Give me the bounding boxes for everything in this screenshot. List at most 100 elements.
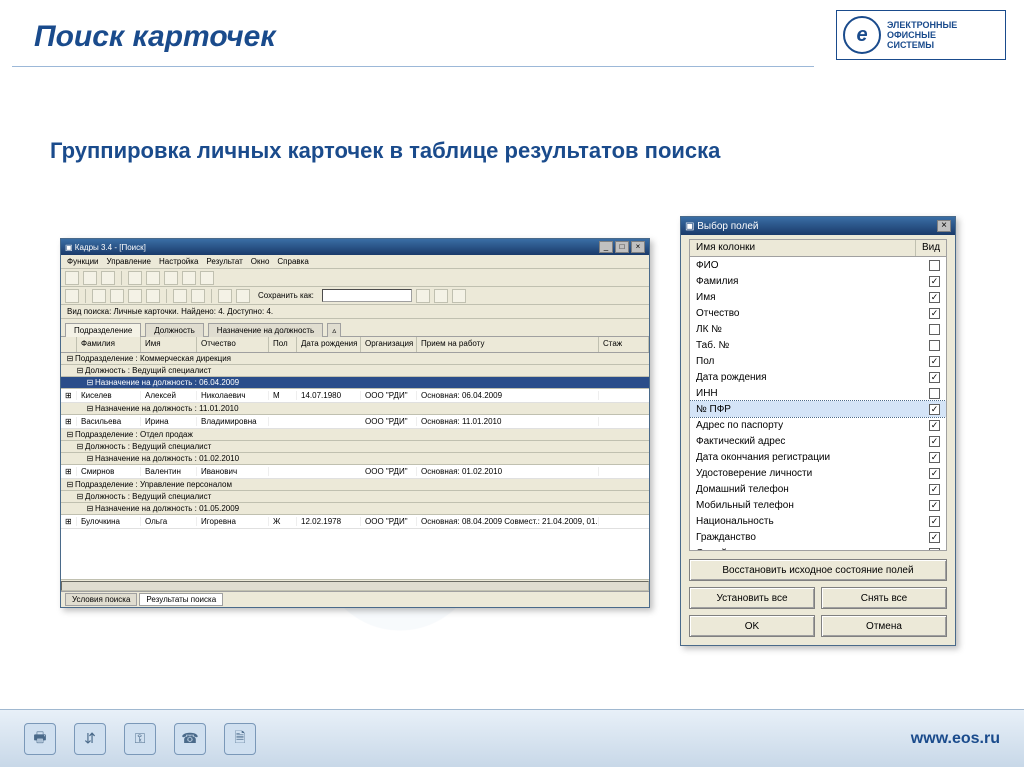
horizontal-scrollbar[interactable] — [61, 579, 649, 591]
group-row[interactable]: ⊟Подразделение : Коммерческая дирекция — [61, 353, 649, 365]
minimize-button[interactable]: _ — [599, 241, 613, 253]
expand-icon[interactable]: ⊟ — [85, 378, 95, 387]
cancel-button[interactable]: Отмена — [821, 615, 947, 637]
field-checkbox[interactable]: ✓ — [929, 484, 940, 495]
tool-saveas-go-icon[interactable] — [416, 289, 430, 303]
tool-print-icon[interactable] — [128, 271, 142, 285]
field-checkbox[interactable] — [929, 388, 940, 399]
tool-excel-icon[interactable] — [182, 271, 196, 285]
field-checkbox[interactable] — [929, 260, 940, 271]
field-row[interactable]: Дата рождения✓ — [690, 369, 946, 385]
expand-icon[interactable]: ⊟ — [75, 366, 85, 375]
col-stage[interactable]: Стаж — [599, 337, 649, 352]
field-row[interactable]: Фактический адрес✓ — [690, 433, 946, 449]
field-checkbox[interactable]: ✓ — [929, 532, 940, 543]
menu-result[interactable]: Результат — [206, 257, 242, 266]
field-checkbox[interactable]: ✓ — [929, 452, 940, 463]
col-lastname[interactable]: Фамилия — [77, 337, 141, 352]
group-row[interactable]: ⊟Назначение на должность : 01.02.2010 — [61, 453, 649, 465]
col-patronymic[interactable]: Отчество — [197, 337, 269, 352]
expand-icon[interactable]: ⊟ — [75, 442, 85, 451]
field-checkbox[interactable]: ✓ — [929, 516, 940, 527]
field-row[interactable]: ИНН — [690, 385, 946, 401]
tool-export-icon[interactable] — [164, 271, 178, 285]
field-checkbox[interactable]: ✓ — [929, 404, 940, 415]
field-row[interactable]: Таб. № — [690, 337, 946, 353]
tool-nav-first-icon[interactable] — [92, 289, 106, 303]
group-row[interactable]: ⊟Должность : Ведущий специалист — [61, 365, 649, 377]
maximize-button[interactable]: □ — [615, 241, 629, 253]
expand-icon[interactable]: ⊟ — [65, 480, 75, 489]
field-row[interactable]: Адрес по паспорту✓ — [690, 417, 946, 433]
field-row[interactable]: Национальность✓ — [690, 513, 946, 529]
field-row[interactable]: Отчество✓ — [690, 305, 946, 321]
field-checkbox[interactable]: ✓ — [929, 276, 940, 287]
field-row[interactable]: Мобильный телефон✓ — [690, 497, 946, 513]
data-row[interactable]: ⊞КиселевАлексейНиколаевичМ14.07.1980ООО … — [61, 389, 649, 403]
field-checkbox[interactable]: ✓ — [929, 356, 940, 367]
tool-group-icon[interactable] — [173, 289, 187, 303]
field-list[interactable]: ФИОФамилия✓Имя✓Отчество✓ЛК №Таб. №Пол✓Да… — [689, 257, 947, 551]
field-checkbox[interactable] — [929, 324, 940, 335]
menu-functions[interactable]: Функции — [67, 257, 99, 266]
field-row[interactable]: Имя✓ — [690, 289, 946, 305]
field-checkbox[interactable]: ✓ — [929, 436, 940, 447]
group-row[interactable]: ⊟Назначение на должность : 01.05.2009 — [61, 503, 649, 515]
clear-all-button[interactable]: Снять все — [821, 587, 947, 609]
results-grid[interactable]: ⊟Подразделение : Коммерческая дирекция⊟Д… — [61, 353, 649, 579]
tab-conditions[interactable]: Условия поиска — [65, 593, 137, 606]
tool-nav-last-icon[interactable] — [146, 289, 160, 303]
group-row[interactable]: ⊟Должность : Ведущий специалист — [61, 491, 649, 503]
field-checkbox[interactable] — [929, 340, 940, 351]
group-row[interactable]: ⊟Назначение на должность : 06.04.2009 — [61, 377, 649, 389]
group-row[interactable]: ⊟Должность : Ведущий специалист — [61, 441, 649, 453]
field-row[interactable]: ЛК № — [690, 321, 946, 337]
tool-nav-next-icon[interactable] — [128, 289, 142, 303]
grouping-tab-appointment[interactable]: Назначение на должность — [208, 323, 323, 337]
col-firstname[interactable]: Имя — [141, 337, 197, 352]
field-checkbox[interactable]: ✓ — [929, 372, 940, 383]
data-row[interactable]: ⊞СмирновВалентинИвановичООО "РДИ"Основна… — [61, 465, 649, 479]
grouping-tab-position[interactable]: Должность — [145, 323, 204, 337]
data-row[interactable]: ⊞ВасильеваИринаВладимировнаООО "РДИ"Осно… — [61, 415, 649, 429]
select-all-button[interactable]: Установить все — [689, 587, 815, 609]
col-sex[interactable]: Пол — [269, 337, 297, 352]
close-button[interactable]: × — [631, 241, 645, 253]
app-titlebar[interactable]: ▣ Кадры 3.4 - [Поиск] _ □ × — [61, 239, 649, 255]
field-row[interactable]: Дата окончания регистрации✓ — [690, 449, 946, 465]
field-col-name[interactable]: Имя колонки — [690, 240, 916, 256]
data-row[interactable]: ⊞БулочкинаОльгаИгоревнаЖ12.02.1978ООО "Р… — [61, 515, 649, 529]
tool-save-icon[interactable] — [101, 271, 115, 285]
expand-icon[interactable]: ⊟ — [85, 404, 95, 413]
restore-defaults-button[interactable]: Восстановить исходное состояние полей — [689, 559, 947, 581]
tool-refresh-icon[interactable] — [218, 289, 232, 303]
expand-icon[interactable]: ⊟ — [65, 354, 75, 363]
field-checkbox[interactable]: ✓ — [929, 308, 940, 319]
field-checkbox[interactable]: ✓ — [929, 420, 940, 431]
tool-extra-1-icon[interactable] — [434, 289, 448, 303]
col-hire[interactable]: Прием на работу — [417, 337, 599, 352]
tool-word-icon[interactable] — [200, 271, 214, 285]
tool-preview-icon[interactable] — [146, 271, 160, 285]
ok-button[interactable]: OK — [689, 615, 815, 637]
dialog-titlebar[interactable]: ▣ Выбор полей × — [681, 217, 955, 235]
menu-window[interactable]: Окно — [251, 257, 270, 266]
tool-nav-prev-icon[interactable] — [110, 289, 124, 303]
tool-cut-icon[interactable] — [65, 289, 79, 303]
expand-icon[interactable]: ⊟ — [85, 454, 95, 463]
tool-extra-2-icon[interactable] — [452, 289, 466, 303]
field-row[interactable]: Домашний телефон✓ — [690, 481, 946, 497]
col-dob[interactable]: Дата рождения — [297, 337, 361, 352]
field-row[interactable]: ФИО — [690, 257, 946, 273]
tool-open-icon[interactable] — [83, 271, 97, 285]
field-row[interactable]: № ПФР✓ — [690, 401, 946, 417]
field-checkbox[interactable]: ✓ — [929, 292, 940, 303]
group-row[interactable]: ⊟Подразделение : Отдел продаж — [61, 429, 649, 441]
field-row[interactable]: Гражданство✓ — [690, 529, 946, 545]
field-row[interactable]: Удостоверение личности✓ — [690, 465, 946, 481]
dialog-close-button[interactable]: × — [937, 220, 951, 232]
expand-icon[interactable]: ⊟ — [75, 492, 85, 501]
expand-icon[interactable]: ⊟ — [85, 504, 95, 513]
grouping-tab-dept[interactable]: Подразделение — [65, 323, 141, 337]
expand-icon[interactable]: ⊟ — [65, 430, 75, 439]
